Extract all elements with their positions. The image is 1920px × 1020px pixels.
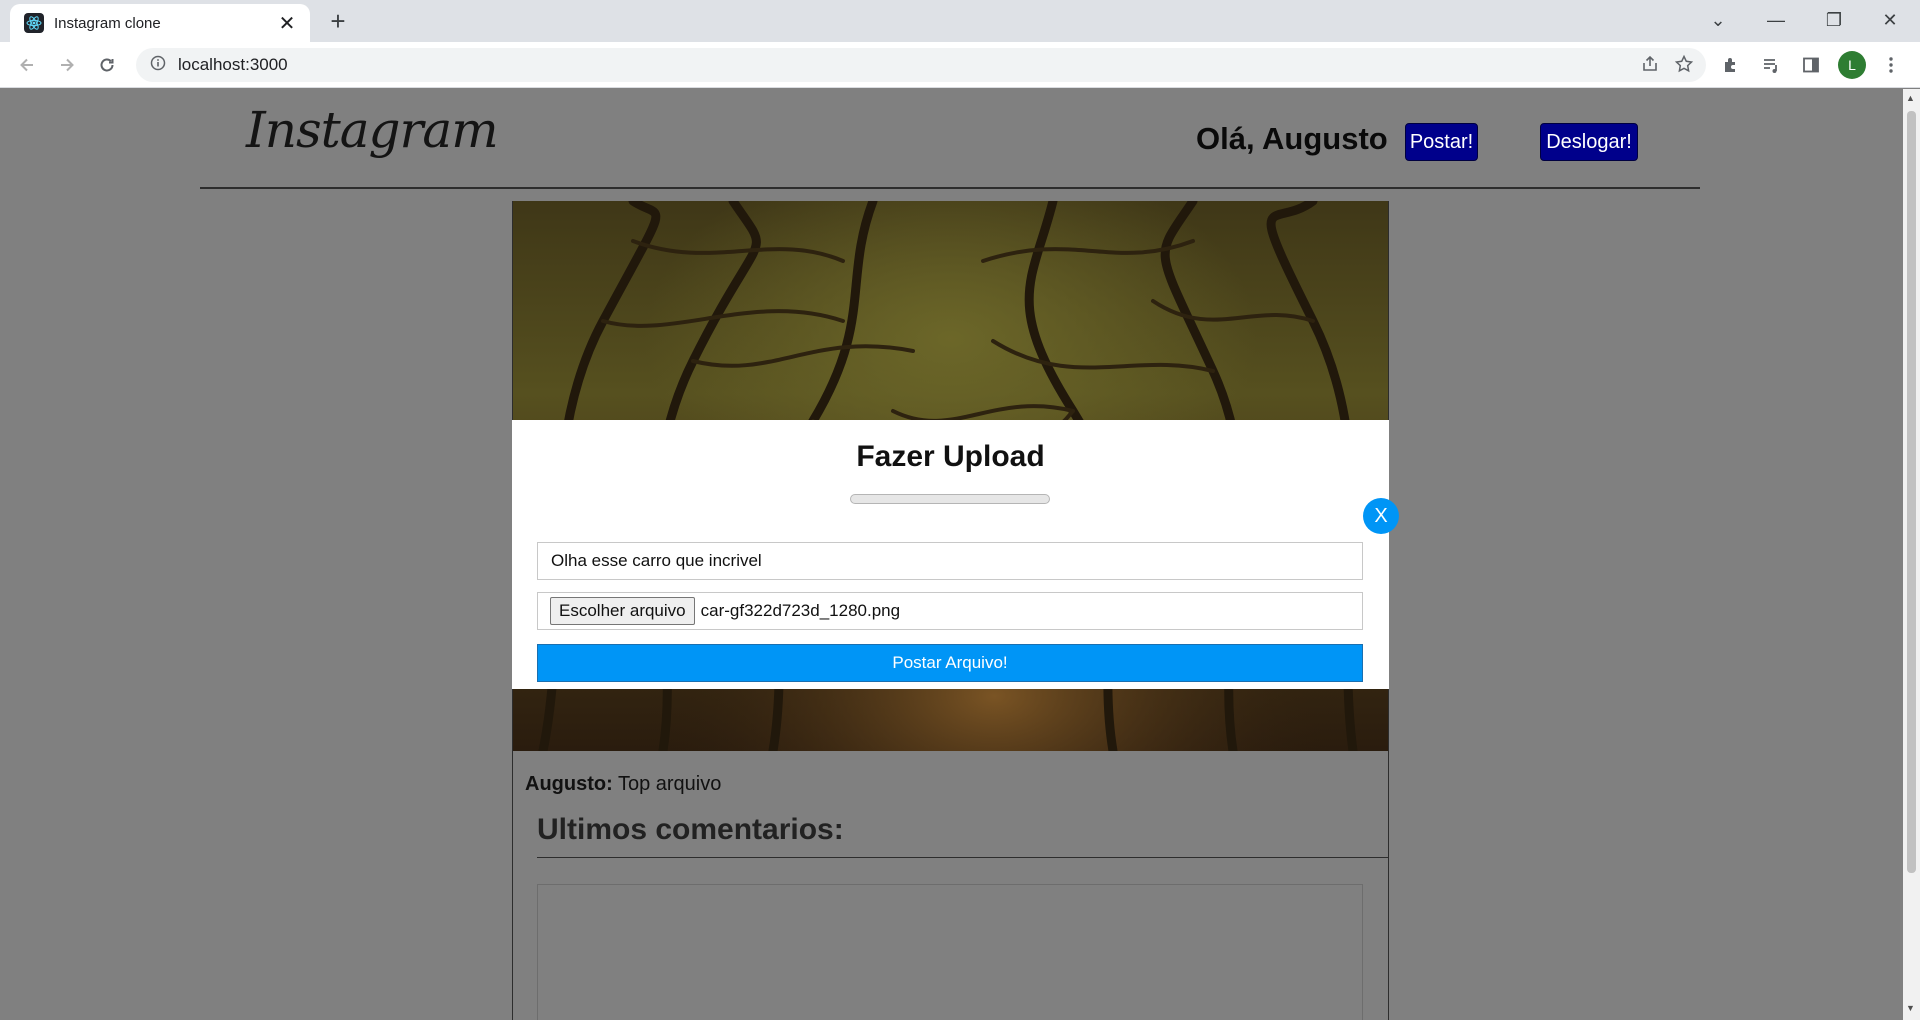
post-caption: Augusto: Top arquivo — [525, 773, 721, 796]
user-greeting: Olá, Augusto — [1196, 121, 1388, 156]
tab-title: Instagram clone — [54, 14, 161, 32]
menu-kebab-icon[interactable] — [1876, 50, 1906, 80]
bookmark-star-icon[interactable] — [1674, 54, 1694, 79]
side-panel-icon[interactable] — [1796, 50, 1826, 80]
page-viewport: Instagram Olá, Augusto Postar! Deslogar! — [0, 89, 1903, 1020]
window-close-icon[interactable]: ✕ — [1862, 0, 1918, 40]
scroll-up-icon[interactable]: ▲ — [1906, 93, 1915, 103]
upload-modal: Fazer Upload Olha esse carro que incrive… — [512, 420, 1389, 689]
logout-button[interactable]: Deslogar! — [1540, 123, 1638, 161]
browser-tab[interactable]: Instagram clone ✕ — [10, 4, 310, 42]
media-control-icon[interactable] — [1756, 50, 1786, 80]
scroll-thumb[interactable] — [1907, 111, 1916, 873]
new-tab-button[interactable]: + — [322, 6, 354, 38]
submit-upload-button[interactable]: Postar Arquivo! — [537, 644, 1363, 682]
instagram-logo: Instagram — [246, 101, 499, 159]
post-button[interactable]: Postar! — [1405, 123, 1478, 161]
caption-input[interactable]: Olha esse carro que incrivel — [537, 542, 1363, 580]
browser-tab-strip: Instagram clone ✕ + ⌄ — ❐ ✕ — [0, 0, 1920, 42]
profile-avatar[interactable]: L — [1838, 51, 1866, 79]
scroll-down-icon[interactable]: ▼ — [1906, 1003, 1915, 1013]
upload-progress-bar — [850, 494, 1050, 504]
address-bar[interactable]: localhost:3000 — [136, 48, 1706, 82]
browser-toolbar: localhost:3000 — [0, 42, 1920, 88]
page-scrollbar[interactable]: ▲ ▼ — [1903, 89, 1920, 1020]
selected-file-name: car-gf322d723d_1280.png — [700, 601, 901, 620]
extensions-icon[interactable] — [1716, 50, 1746, 80]
share-icon[interactable] — [1640, 54, 1660, 79]
react-icon — [24, 13, 44, 33]
tab-search-icon[interactable]: ⌄ — [1690, 0, 1746, 40]
restore-icon[interactable]: ❐ — [1806, 0, 1862, 40]
post-author: Augusto: — [525, 773, 613, 795]
choose-file-button[interactable]: Escolher arquivo — [550, 597, 695, 625]
comments-title: Ultimos comentarios: — [537, 813, 1388, 858]
minimize-icon[interactable]: — — [1748, 0, 1804, 40]
site-info-icon[interactable] — [150, 55, 166, 76]
modal-title: Fazer Upload — [856, 440, 1045, 473]
file-input[interactable]: Escolher arquivo car-gf322d723d_1280.png — [537, 592, 1363, 630]
reload-icon[interactable] — [92, 50, 122, 80]
tab-close-icon[interactable]: ✕ — [276, 11, 298, 36]
app-header: Instagram Olá, Augusto Postar! Deslogar! — [200, 89, 1700, 189]
forward-icon[interactable] — [52, 50, 82, 80]
post-caption-text: Top arquivo — [612, 773, 722, 795]
url-text: localhost:3000 — [178, 55, 288, 74]
comment-input[interactable] — [537, 884, 1363, 1020]
modal-close-button[interactable]: X — [1363, 498, 1399, 534]
back-icon[interactable] — [12, 50, 42, 80]
